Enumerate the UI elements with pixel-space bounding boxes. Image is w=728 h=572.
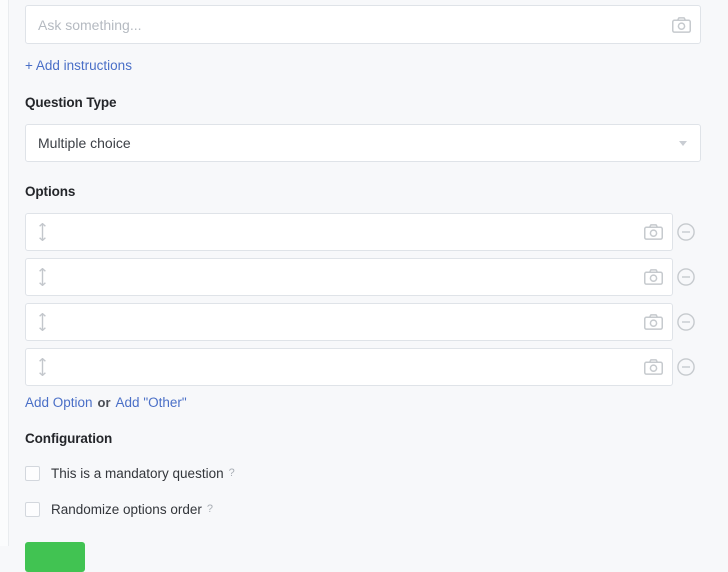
configuration-label-row: Configuration xyxy=(25,431,710,449)
add-instructions-link[interactable]: + Add instructions xyxy=(25,58,132,73)
camera-icon[interactable] xyxy=(666,6,696,43)
drag-vertical-icon[interactable] xyxy=(35,222,49,242)
question-title-input[interactable] xyxy=(26,6,666,43)
question-type-select[interactable]: Multiple choice xyxy=(25,124,701,162)
option-field[interactable] xyxy=(25,348,673,386)
question-type-label: Question Type xyxy=(25,95,117,110)
camera-icon[interactable] xyxy=(638,349,668,385)
add-option-link[interactable]: Add Option xyxy=(25,395,93,410)
add-option-row: Add Option or Add "Other" xyxy=(25,393,710,411)
left-rail-divider xyxy=(0,0,9,546)
option-input[interactable] xyxy=(26,214,638,250)
drag-vertical-icon[interactable] xyxy=(35,312,49,332)
drag-vertical-icon[interactable] xyxy=(35,267,49,287)
mandatory-question-checkbox[interactable] xyxy=(25,465,40,481)
option-field[interactable] xyxy=(25,303,673,341)
option-input[interactable] xyxy=(26,304,638,340)
randomize-options-row[interactable]: Randomize options order ? xyxy=(25,499,710,519)
drag-vertical-icon[interactable] xyxy=(35,357,49,377)
question-type-label-row: Question Type xyxy=(25,95,710,113)
minus-circle-icon[interactable] xyxy=(673,213,699,251)
help-icon[interactable]: ? xyxy=(207,503,213,515)
options-label-row: Options xyxy=(25,184,710,202)
question-editor-panel: + Add instructions Question Type Multipl… xyxy=(10,0,728,572)
option-row xyxy=(25,258,710,296)
add-instructions-row: + Add instructions xyxy=(25,56,710,74)
option-field[interactable] xyxy=(25,213,673,251)
camera-icon[interactable] xyxy=(638,214,668,250)
mandatory-question-label: This is a mandatory question xyxy=(51,465,224,481)
or-separator: or xyxy=(97,394,111,410)
mandatory-question-row[interactable]: This is a mandatory question ? xyxy=(25,463,710,483)
help-icon[interactable]: ? xyxy=(229,467,235,479)
add-other-link[interactable]: Add "Other" xyxy=(116,395,187,410)
randomize-options-label: Randomize options order xyxy=(51,501,202,517)
question-title-field[interactable] xyxy=(25,5,701,44)
option-row xyxy=(25,303,710,341)
configuration-label: Configuration xyxy=(25,431,113,446)
option-row xyxy=(25,213,710,251)
option-input[interactable] xyxy=(26,349,638,385)
save-button-row xyxy=(25,542,710,572)
question-type-selected-value: Multiple choice xyxy=(38,135,131,151)
minus-circle-icon[interactable] xyxy=(673,348,699,386)
camera-icon[interactable] xyxy=(638,304,668,340)
camera-icon[interactable] xyxy=(638,259,668,295)
randomize-options-checkbox[interactable] xyxy=(25,501,40,517)
minus-circle-icon[interactable] xyxy=(673,303,699,341)
options-list xyxy=(25,213,710,386)
minus-circle-icon[interactable] xyxy=(673,258,699,296)
option-row xyxy=(25,348,710,386)
option-field[interactable] xyxy=(25,258,673,296)
chevron-down-icon[interactable] xyxy=(666,125,700,161)
option-input[interactable] xyxy=(26,259,638,295)
options-label: Options xyxy=(25,184,76,199)
save-button[interactable] xyxy=(25,542,85,572)
